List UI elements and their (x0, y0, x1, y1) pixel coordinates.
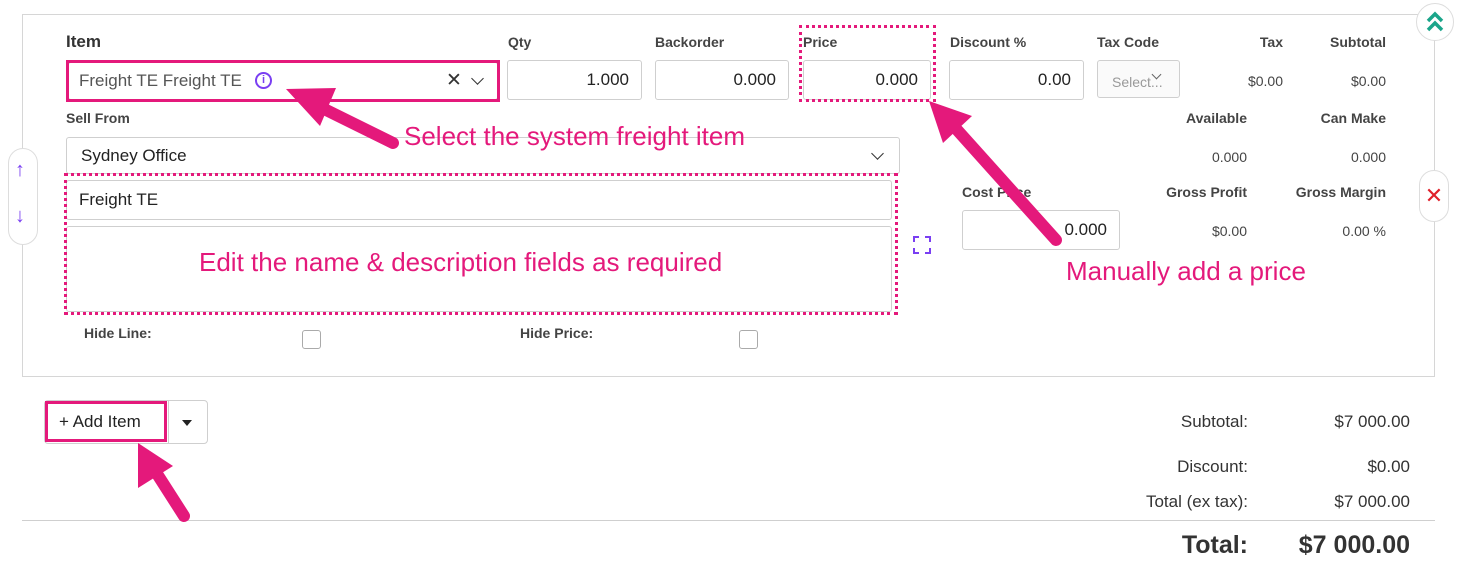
annotation-arrows (138, 88, 1062, 522)
arrow-to-price (929, 101, 1062, 246)
arrow-to-add-item (138, 443, 190, 522)
arrow-to-item-select (286, 88, 399, 149)
